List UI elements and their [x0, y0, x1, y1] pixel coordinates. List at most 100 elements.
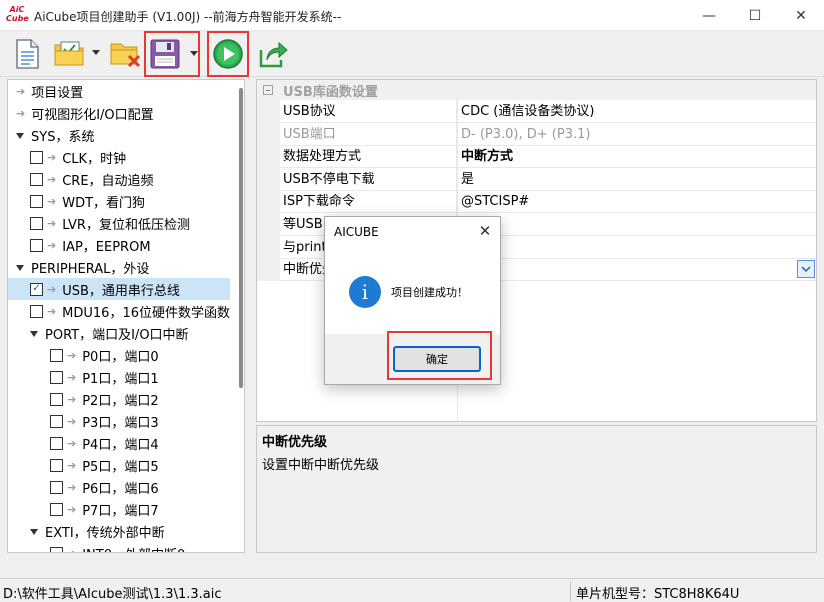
- expand-toggle-icon[interactable]: [16, 133, 24, 139]
- collapse-icon[interactable]: [263, 85, 273, 95]
- property-value[interactable]: 是: [461, 168, 801, 191]
- property-row-gutter: [257, 213, 280, 236]
- property-value[interactable]: [461, 236, 801, 259]
- tree-leaf-arrow-icon: ➔: [47, 194, 57, 208]
- tree-scrollbar[interactable]: [238, 80, 244, 552]
- tree-leaf-arrow-icon: ➔: [67, 458, 77, 472]
- tree-leaf-arrow-icon: ➔: [67, 348, 77, 362]
- expand-toggle-icon[interactable]: [16, 265, 24, 271]
- expand-toggle-icon[interactable]: [30, 529, 38, 535]
- expand-toggle-icon[interactable]: [30, 331, 38, 337]
- save-project-button[interactable]: [144, 31, 200, 77]
- tree-leaf-arrow-icon: ➔: [47, 216, 57, 230]
- property-value[interactable]: CDC (通信设备类协议): [461, 100, 801, 123]
- property-value[interactable]: @STCISP#: [461, 190, 801, 213]
- property-row[interactable]: USB协议 CDC (通信设备类协议): [257, 100, 816, 123]
- dialog-close-button[interactable]: ✕: [475, 221, 495, 241]
- tree-item[interactable]: ➔ IAP，EEPROM: [8, 234, 230, 256]
- run-generate-button[interactable]: [207, 31, 249, 77]
- tree-item-checkbox[interactable]: [30, 238, 43, 252]
- property-row[interactable]: ISP下载命令 @STCISP#: [257, 190, 816, 214]
- tree-item[interactable]: ➔ P6口，端口6: [8, 476, 230, 498]
- tree-item-checkbox[interactable]: [50, 370, 63, 384]
- tree-item[interactable]: ➔ CRE，自动追频: [8, 168, 230, 190]
- tree-item[interactable]: ➔ P0口，端口0: [8, 344, 230, 366]
- tree-item-checkbox[interactable]: ✓: [30, 282, 43, 296]
- tree-item-label: WDT，看门狗: [62, 195, 146, 211]
- tree-item-label: P4口，端口4: [82, 437, 159, 453]
- tree-item-label: LVR，复位和低压检测: [62, 217, 190, 233]
- property-name: USB协议: [283, 100, 457, 123]
- tree-item[interactable]: ➔ LVR，复位和低压检测: [8, 212, 230, 234]
- tree-item[interactable]: PORT，端口及I/O口中断: [8, 322, 230, 344]
- tree-item-checkbox[interactable]: [50, 546, 63, 552]
- tree-scrollbar-thumb[interactable]: [239, 88, 243, 388]
- open-dropdown-arrow[interactable]: [92, 50, 100, 55]
- property-value[interactable]: [461, 213, 801, 236]
- tree-item[interactable]: ➔ INT0，外部中断0: [8, 542, 230, 553]
- tree-item-checkbox[interactable]: [30, 194, 43, 208]
- app-logo: AiC Cube: [6, 5, 29, 27]
- tree-item[interactable]: ➔ P7口，端口7: [8, 498, 230, 520]
- property-name: USB端口: [283, 122, 457, 146]
- tree-item-label: EXTI，传统外部中断: [45, 525, 165, 541]
- close-window-button[interactable]: ✕: [778, 0, 824, 31]
- tree-item[interactable]: ➔ MDU16，16位硬件数学函数: [8, 300, 230, 322]
- minimize-button[interactable]: —: [686, 0, 732, 31]
- property-row[interactable]: USB不停电下载是: [257, 167, 816, 191]
- tree-item-checkbox[interactable]: [30, 172, 43, 186]
- tree-item[interactable]: EXTI，传统外部中断: [8, 520, 230, 542]
- tree-item-checkbox[interactable]: [50, 392, 63, 406]
- property-section-title: USB库函数设置: [283, 84, 378, 100]
- tree-item-label: PERIPHERAL，外设: [31, 261, 150, 277]
- property-row-gutter: [257, 145, 280, 169]
- tree-leaf-arrow-icon: ➔: [67, 436, 77, 450]
- new-project-button[interactable]: [10, 35, 44, 73]
- property-name: 数据处理方式: [283, 145, 457, 169]
- property-value[interactable]: 先级: [461, 258, 801, 281]
- tree-item[interactable]: ➔ CLK，时钟: [8, 146, 230, 168]
- tree-item[interactable]: ➔ 项目设置: [8, 80, 230, 102]
- tree-item[interactable]: ➔ P2口，端口2: [8, 388, 230, 410]
- property-value[interactable]: D- (P3.0), D+ (P3.1): [461, 123, 801, 146]
- tree-item-checkbox[interactable]: [30, 216, 43, 230]
- tree-item[interactable]: ✓ ➔ USB，通用串行总线: [8, 278, 230, 300]
- tree-item[interactable]: SYS，系统: [8, 124, 230, 146]
- property-row[interactable]: USB端口 D- (P3.0), D+ (P3.1): [257, 122, 816, 146]
- property-dropdown-button[interactable]: [797, 260, 815, 279]
- tree-item-checkbox[interactable]: [50, 480, 63, 494]
- property-value[interactable]: 中断方式: [461, 145, 801, 168]
- tree-item-label: MDU16，16位硬件数学函数: [62, 305, 230, 321]
- property-row[interactable]: 数据处理方式 中断方式: [257, 145, 816, 169]
- tree-item[interactable]: ➔ P3口，端口3: [8, 410, 230, 432]
- tree-item-label: USB，通用串行总线: [62, 283, 180, 299]
- tree-item-checkbox[interactable]: [30, 304, 43, 318]
- tree-item-checkbox[interactable]: [50, 414, 63, 428]
- project-tree[interactable]: ➔ 项目设置 ➔ 可视图形化I/O口配置 SYS，系统 ➔ CLK，时钟 ➔ CRE，自动追频 ➔…: [7, 79, 245, 553]
- tree-item-checkbox[interactable]: [50, 436, 63, 450]
- tree-item-label: INT0，外部中断0: [82, 544, 185, 553]
- maximize-button[interactable]: ☐: [732, 0, 778, 31]
- floppy-disk-icon: [150, 39, 180, 69]
- tree-item[interactable]: ➔ 可视图形化I/O口配置: [8, 102, 230, 124]
- property-section-header[interactable]: USB库函数设置: [257, 80, 816, 100]
- tree-item[interactable]: ➔ P5口，端口5: [8, 454, 230, 476]
- tree-item-checkbox[interactable]: [50, 502, 63, 516]
- tree-item-checkbox[interactable]: [30, 150, 43, 164]
- tree-item-label: IAP，EEPROM: [62, 239, 151, 255]
- tree-item[interactable]: ➔ P1口，端口1: [8, 366, 230, 388]
- ok-button[interactable]: 确定: [393, 346, 481, 372]
- tree-item[interactable]: ➔ WDT，看门狗: [8, 190, 230, 212]
- tree-item[interactable]: ➔ P4口，端口4: [8, 432, 230, 454]
- description-text: 设置中断中断优先级: [262, 458, 380, 473]
- tree-item-checkbox[interactable]: [50, 348, 63, 362]
- message-dialog: AICUBE ✕ i 项目创建成功！ 确定: [324, 216, 501, 385]
- property-row-gutter: [257, 258, 280, 282]
- save-dropdown-arrow[interactable]: [190, 51, 198, 56]
- export-button[interactable]: [256, 35, 290, 73]
- open-project-button[interactable]: [52, 35, 88, 73]
- close-project-button[interactable]: [108, 35, 144, 73]
- tree-item-checkbox[interactable]: [50, 458, 63, 472]
- tree-leaf-arrow-icon: ➔: [67, 370, 77, 384]
- tree-item[interactable]: PERIPHERAL，外设: [8, 256, 230, 278]
